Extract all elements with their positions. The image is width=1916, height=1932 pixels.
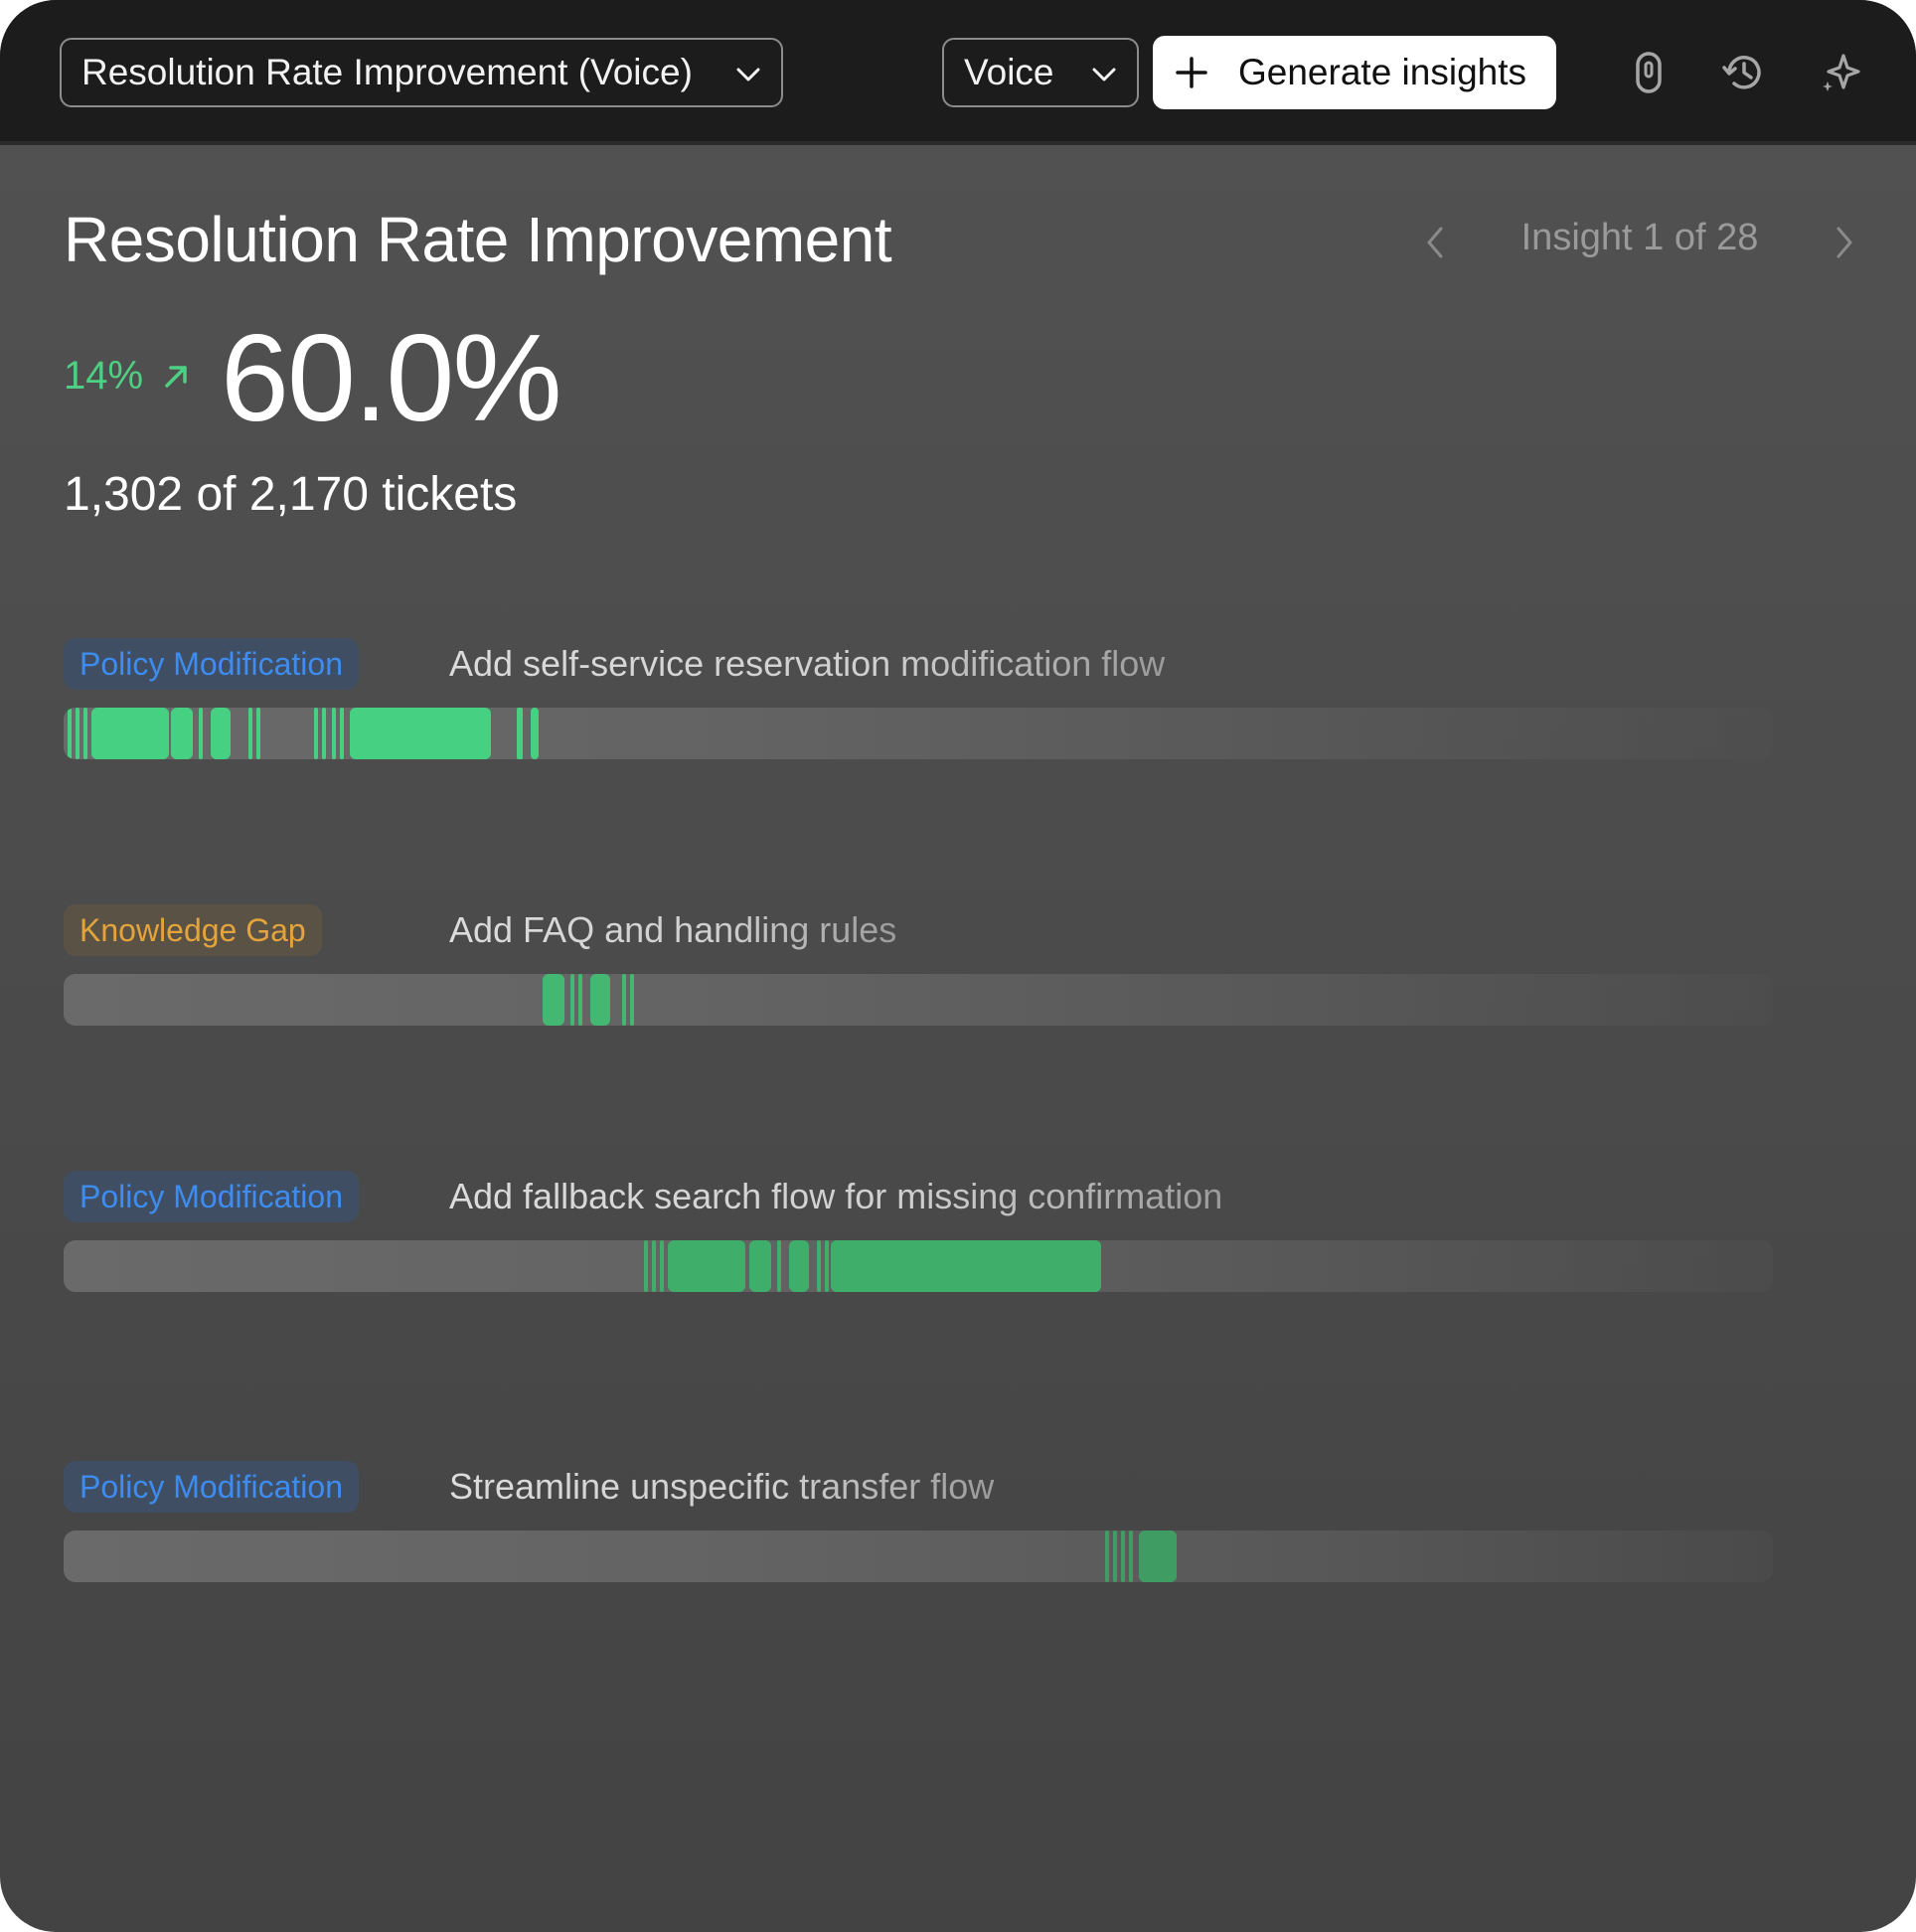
activity-segment <box>332 708 336 759</box>
activity-segment <box>578 974 582 1026</box>
insight-title: Add fallback search flow for missing con… <box>449 1171 1222 1222</box>
metric-select[interactable]: Resolution Rate Improvement (Voice) <box>60 38 783 107</box>
ticket-distribution-bar <box>64 708 1773 759</box>
activity-segment <box>660 1240 664 1292</box>
ai-assist-button[interactable] <box>1819 50 1864 95</box>
generate-insights-label: Generate insights <box>1238 52 1527 92</box>
activity-segment <box>350 708 491 759</box>
history-button[interactable] <box>1721 50 1767 95</box>
insight-tag: Knowledge Gap <box>64 904 322 956</box>
insight-pager-label: Insight 1 of 28 <box>1520 217 1759 258</box>
activity-segment <box>1113 1530 1117 1582</box>
activity-segment <box>531 708 539 759</box>
ticket-count: 1,302 of 2,170 tickets <box>64 468 518 521</box>
activity-segment <box>777 1240 781 1292</box>
metric-select-label: Resolution Rate Improvement (Voice) <box>81 52 693 92</box>
generate-insights-button[interactable]: Generate insights <box>1153 36 1556 109</box>
plus-icon <box>1176 57 1207 88</box>
activity-segment <box>211 708 231 759</box>
ticket-distribution-bar <box>64 1530 1773 1582</box>
activity-segment <box>1105 1530 1109 1582</box>
activity-segment <box>570 974 574 1026</box>
activity-segment <box>171 708 193 759</box>
activity-segment <box>630 974 634 1026</box>
activity-segment <box>817 1240 821 1292</box>
activity-segment <box>314 708 318 759</box>
ticket-distribution-bar <box>64 974 1773 1026</box>
insight-tag: Policy Modification <box>64 638 359 690</box>
activity-segment <box>622 974 626 1026</box>
activity-segment <box>322 708 326 759</box>
channel-select[interactable]: Voice <box>942 38 1139 107</box>
ticket-distribution-bar <box>64 1240 1773 1292</box>
activity-segment <box>1129 1530 1133 1582</box>
activity-segment <box>76 708 80 759</box>
activity-segment <box>749 1240 771 1292</box>
activity-segment <box>199 708 203 759</box>
ai-agent-button[interactable] <box>1626 50 1672 95</box>
sparkle-icon <box>1823 54 1860 91</box>
activity-segment <box>248 708 252 759</box>
activity-segment <box>340 708 344 759</box>
activity-segment <box>789 1240 809 1292</box>
page-title: Resolution Rate Improvement <box>64 204 892 275</box>
insight-title: Add self-service reservation modificatio… <box>449 638 1165 690</box>
insight-tag: Policy Modification <box>64 1171 359 1222</box>
activity-segment <box>83 708 87 759</box>
history-icon <box>1722 56 1761 89</box>
channel-select-label: Voice <box>964 52 1054 92</box>
activity-segment <box>1121 1530 1125 1582</box>
activity-segment <box>256 708 260 759</box>
chevron-down-icon <box>736 68 760 81</box>
activity-segment <box>831 1240 1101 1292</box>
chevron-right-icon[interactable] <box>1825 221 1864 264</box>
arrow-up-right-icon <box>165 365 187 388</box>
change-value: 14% <box>64 354 144 398</box>
chevron-left-icon[interactable] <box>1415 221 1455 264</box>
insight-title: Add FAQ and handling rules <box>449 904 896 956</box>
change-badge: 14% <box>64 354 191 399</box>
activity-segment <box>825 1240 829 1292</box>
top-toolbar: Resolution Rate Improvement (Voice) Voic… <box>0 0 1916 145</box>
activity-segment <box>91 708 169 759</box>
activity-segment <box>590 974 610 1026</box>
app-window: Resolution Rate Improvement (Voice) Voic… <box>0 0 1916 1932</box>
activity-segment <box>543 974 564 1026</box>
ai-agent-icon <box>1636 52 1662 93</box>
activity-segment <box>68 708 72 759</box>
activity-segment <box>668 1240 745 1292</box>
insight-title: Streamline unspecific transfer flow <box>449 1461 994 1513</box>
chevron-down-icon <box>1092 68 1116 81</box>
activity-segment <box>1139 1530 1177 1582</box>
insight-tag: Policy Modification <box>64 1461 359 1513</box>
activity-segment <box>517 708 523 759</box>
metric-value: 60.0% <box>221 310 562 447</box>
activity-segment <box>652 1240 656 1292</box>
activity-segment <box>644 1240 648 1292</box>
